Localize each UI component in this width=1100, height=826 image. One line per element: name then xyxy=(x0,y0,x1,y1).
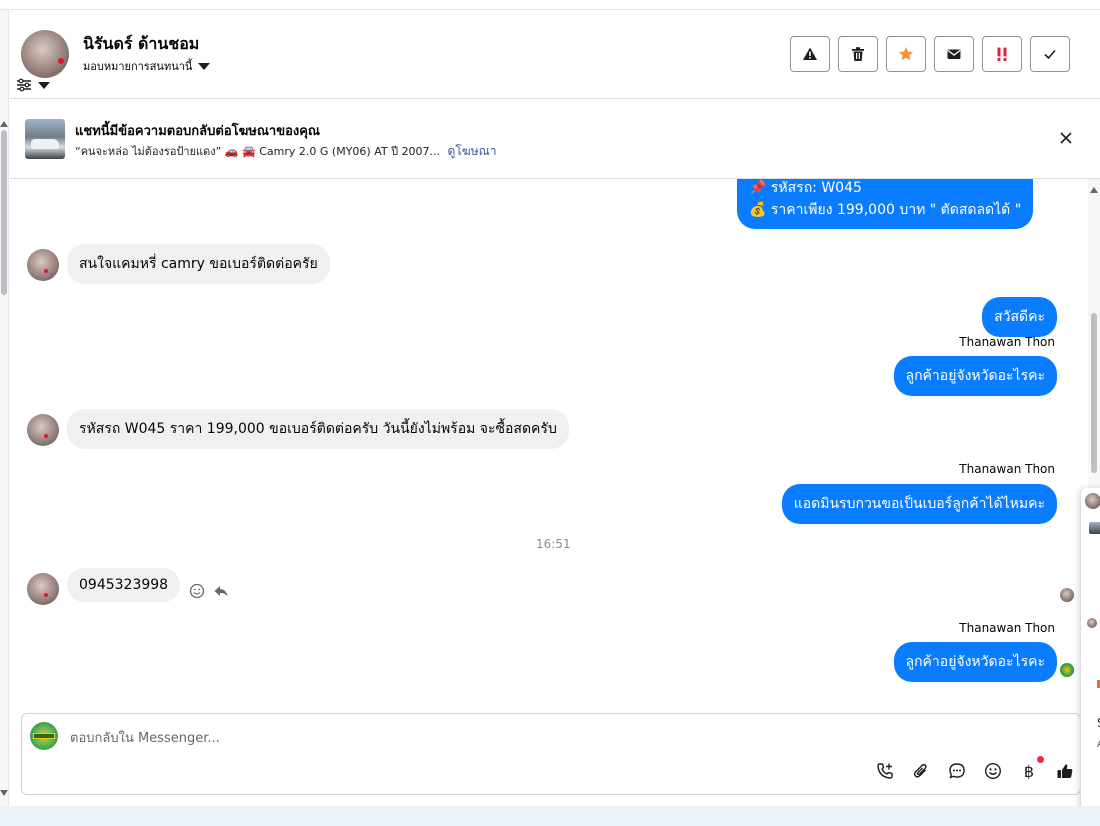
message-line: 📌 รหัสรถ: W045 xyxy=(749,180,862,196)
done-button[interactable] xyxy=(1030,36,1070,72)
star-button[interactable] xyxy=(886,36,926,72)
view-ad-link[interactable]: ดูโฆษณา xyxy=(448,144,497,158)
attach-button[interactable] xyxy=(912,762,930,780)
filter-menu-button[interactable] xyxy=(16,76,56,94)
add-call-button[interactable] xyxy=(876,762,894,780)
sender-avatar[interactable] xyxy=(27,573,59,605)
scroll-up-arrow-icon[interactable] xyxy=(0,121,8,127)
delivered-avatar xyxy=(1060,663,1074,677)
like-button[interactable] xyxy=(1056,762,1074,780)
reply-input[interactable] xyxy=(70,728,970,748)
preview-avatar-small xyxy=(1087,618,1097,628)
message-bubble-incoming[interactable]: 0945323998 xyxy=(67,568,181,602)
avatar-detail xyxy=(44,593,48,597)
message-bubble-outgoing[interactable]: แอดมินรบกวนขอเป็นเบอร์ลูกค้าได้ไหมคะ xyxy=(781,484,1057,524)
sender-avatar[interactable] xyxy=(27,414,59,446)
contact-avatar[interactable] xyxy=(21,30,69,78)
close-icon xyxy=(1060,132,1072,144)
car-image xyxy=(31,139,59,149)
payment-icon: ฿ xyxy=(1023,761,1035,781)
report-button[interactable] xyxy=(790,36,830,72)
message-bubble-outgoing[interactable]: ลูกค้าอยู่จังหวัดอะไรคะ xyxy=(893,356,1057,396)
message-bubble-outgoing[interactable]: ลูกค้าอยู่จังหวัดอะไรคะ xyxy=(893,642,1057,682)
ad-thumbnail[interactable] xyxy=(25,119,65,159)
reply-button[interactable] xyxy=(212,582,230,600)
message-bubble-incoming[interactable]: สนใจแคมหรี่ camry ขอเบอร์ติดต่อครัย xyxy=(67,244,330,284)
message-composer: ฿ xyxy=(21,713,1081,795)
saved-replies-button[interactable] xyxy=(948,762,966,780)
emoji-button[interactable] xyxy=(984,762,1002,780)
avatar-detail xyxy=(33,733,55,739)
scrollbar-thumb[interactable] xyxy=(1091,313,1097,473)
sender-name: Thanawan Thon xyxy=(959,462,1055,476)
reply-icon xyxy=(214,586,228,597)
messenger-inbox-page: นิรันดร์ ด้านชอม มอบหมายการสนทนานี้ แชทน… xyxy=(0,0,1100,826)
scrollbar-thumb[interactable] xyxy=(1,130,7,295)
chevron-down-icon xyxy=(38,81,50,89)
sliders-icon xyxy=(17,78,31,92)
exclamation-icon xyxy=(997,47,1007,62)
contact-name[interactable]: นิรันดร์ ด้านชอม xyxy=(83,32,199,57)
message-bubble-incoming[interactable]: รหัสรถ W045 ราคา 199,000 ขอเบอร์ติดต่อคร… xyxy=(67,409,569,449)
ad-description-text: “คนจะหล่อ ไม่ต้องรอป้ายแดง” 🚗 🚘 Camry 2.… xyxy=(75,145,441,158)
message-timestamp: 16:51 xyxy=(536,537,571,551)
seen-avatar xyxy=(1060,588,1074,602)
ad-banner-title: แชทนี้มีข้อความตอบกลับต่อโฆษณาของคุณ xyxy=(75,124,320,139)
react-button[interactable] xyxy=(188,582,206,600)
payment-button[interactable]: ฿ xyxy=(1020,756,1044,781)
emoji-icon xyxy=(984,762,1002,780)
delete-button[interactable] xyxy=(838,36,878,72)
add-call-icon xyxy=(877,763,893,779)
bottom-strip xyxy=(0,806,1100,826)
conversation-header: นิรันดร์ ด้านชอม มอบหมายการสนทนานี้ xyxy=(10,10,1100,99)
side-preview-panel[interactable]: S A xyxy=(1080,488,1100,818)
preview-thumbnail xyxy=(1089,522,1100,534)
check-icon xyxy=(1044,49,1056,60)
sender-avatar[interactable] xyxy=(27,249,59,281)
scroll-down-arrow-icon[interactable] xyxy=(0,790,8,796)
message-line: 💰 ราคาเพียง 199,000 บาท " ตัดสดลดได้ " xyxy=(749,202,1022,218)
chevron-down-icon xyxy=(198,62,211,70)
mark-unread-button[interactable] xyxy=(934,36,974,72)
sender-name: Thanawan Thon xyxy=(959,335,1055,349)
message-thread[interactable]: 📌 รหัสรถ: W045 💰 ราคาเพียง 199,000 บาท "… xyxy=(10,179,1088,709)
scroll-up-arrow-icon[interactable] xyxy=(1090,187,1098,193)
emoji-icon xyxy=(189,583,205,599)
page-avatar xyxy=(30,722,58,750)
warning-icon xyxy=(803,47,817,60)
preview-avatar xyxy=(1085,493,1100,509)
message-bubble-outgoing[interactable]: 📌 รหัสรถ: W045 💰 ราคาเพียง 199,000 บาท "… xyxy=(737,179,1034,229)
saved-reply-icon xyxy=(949,763,965,779)
message-bubble-outgoing[interactable]: สวัสดีคะ xyxy=(982,297,1057,337)
ad-reply-banner: แชทนี้มีข้อความตอบกลับต่อโฆษณาของคุณ “คน… xyxy=(10,100,1100,179)
avatar-detail xyxy=(58,58,64,64)
left-scrollbar[interactable] xyxy=(0,10,9,806)
envelope-icon xyxy=(947,49,961,59)
notification-dot xyxy=(1037,756,1044,763)
close-banner-button[interactable] xyxy=(1056,128,1076,148)
assign-label: มอบหมายการสนทนานี้ xyxy=(83,60,193,73)
sender-name: Thanawan Thon xyxy=(959,621,1055,635)
ad-banner-description: “คนจะหล่อ ไม่ต้องรอป้ายแดง” 🚗 🚘 Camry 2.… xyxy=(75,142,496,161)
thumbs-up-icon xyxy=(1057,764,1073,778)
star-icon xyxy=(899,47,913,61)
avatar-detail xyxy=(44,269,48,273)
paperclip-icon xyxy=(913,763,927,778)
assign-conversation-dropdown[interactable]: มอบหมายการสนทนานี้ xyxy=(83,57,211,75)
top-divider xyxy=(0,0,1100,10)
composer-toolbar: ฿ xyxy=(876,756,1074,781)
avatar-detail xyxy=(44,434,48,438)
trash-icon xyxy=(852,47,864,61)
conversation-actions xyxy=(790,36,1070,72)
follow-up-button[interactable] xyxy=(982,36,1022,72)
